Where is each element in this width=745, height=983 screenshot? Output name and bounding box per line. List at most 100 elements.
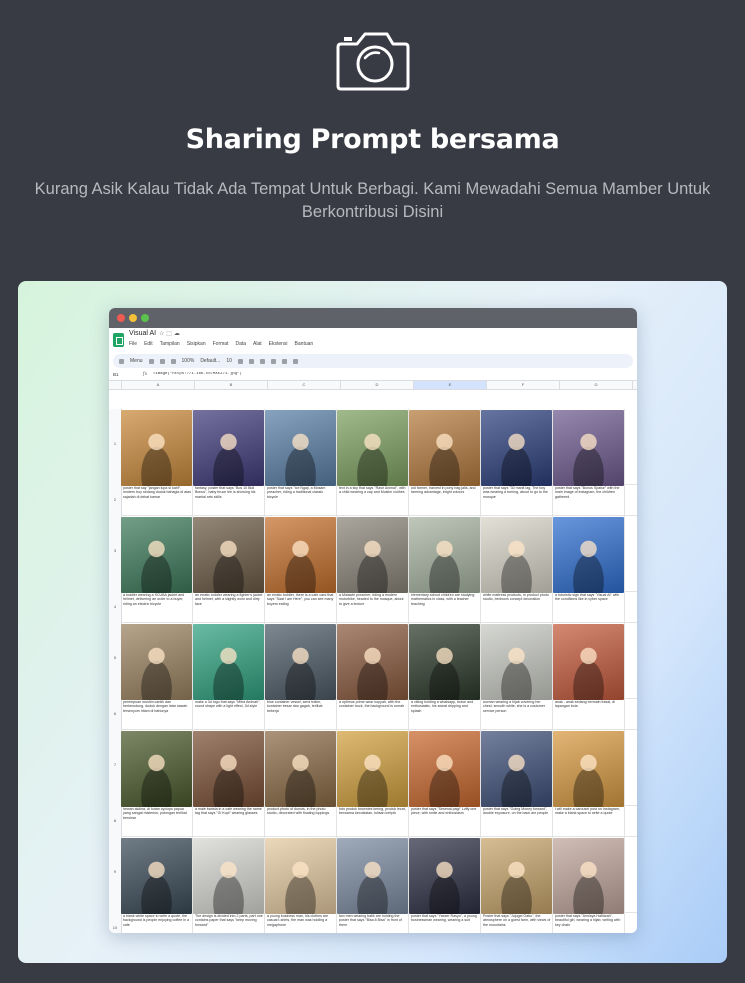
- gallery-image[interactable]: [553, 731, 624, 807]
- gallery-image[interactable]: [193, 838, 264, 914]
- fill-color-icon[interactable]: [270, 358, 276, 364]
- column-header[interactable]: A: [122, 381, 195, 389]
- undo-icon[interactable]: [148, 358, 154, 364]
- gallery-image[interactable]: [409, 838, 480, 914]
- row-header[interactable]: 4: [109, 604, 121, 609]
- formula-bar: B1 ƒx =image("https://i.ibb.co/MXEZ/1.jp…: [109, 368, 637, 381]
- gallery-image[interactable]: [193, 517, 264, 593]
- cell-reference[interactable]: B1: [109, 372, 143, 377]
- menu-item[interactable]: Format: [213, 341, 229, 347]
- menu-search[interactable]: Menu: [130, 358, 143, 364]
- print-icon[interactable]: [170, 358, 176, 364]
- gallery-image[interactable]: [193, 731, 264, 807]
- menu-item[interactable]: Sisipkan: [187, 341, 206, 347]
- prompt-caption: poster that says "Sesenal pagi" Luffy on…: [411, 807, 477, 816]
- gallery-image[interactable]: [265, 410, 336, 486]
- gallery-image[interactable]: [337, 410, 408, 486]
- prompt-caption: poster that says "Bonus Spaise" with the…: [555, 486, 620, 499]
- grid-column-line: [624, 409, 625, 933]
- formula-input[interactable]: =image("https://i.ibb.co/MXEZ/1.jpg"): [153, 372, 242, 376]
- prompt-caption: a viking holding a whatsapp, brave and e…: [411, 700, 474, 713]
- bold-icon[interactable]: [237, 358, 243, 364]
- menu-item[interactable]: Tampilan: [160, 341, 180, 347]
- italic-icon[interactable]: [248, 358, 254, 364]
- row-header[interactable]: 1: [109, 441, 121, 446]
- column-header[interactable]: F: [487, 381, 560, 389]
- gallery-image[interactable]: [265, 517, 336, 593]
- gallery-image[interactable]: [121, 624, 192, 700]
- menu-item[interactable]: Bantuan: [295, 341, 314, 347]
- prompt-caption: an erratic toddler, there is a cafe card…: [267, 593, 334, 606]
- row-header[interactable]: 10: [109, 925, 121, 930]
- gallery-image[interactable]: [265, 731, 336, 807]
- column-header[interactable]: C: [268, 381, 341, 389]
- column-headers: A B C D E F G: [109, 381, 637, 390]
- star-icon[interactable]: ☆ ⬚ ☁: [159, 330, 180, 337]
- row-header[interactable]: 3: [109, 548, 121, 553]
- prompt-caption: white mattress products, in product phot…: [483, 593, 549, 602]
- maximize-window-button[interactable]: [141, 314, 149, 322]
- gallery-image[interactable]: [481, 410, 552, 486]
- row-header[interactable]: 6: [109, 711, 121, 716]
- borders-icon[interactable]: [281, 358, 287, 364]
- prompt-caption: product photo of donuts, in the photo st…: [267, 807, 330, 816]
- gallery-image[interactable]: [481, 838, 552, 914]
- column-header[interactable]: E: [414, 381, 487, 389]
- menu-item[interactable]: Alat: [253, 341, 262, 347]
- close-window-button[interactable]: [117, 314, 125, 322]
- gallery-image[interactable]: [553, 517, 624, 593]
- camera-icon: [336, 32, 410, 91]
- gallery-image[interactable]: [409, 624, 480, 700]
- fx-icon: ƒx: [143, 371, 148, 377]
- gallery-image[interactable]: [121, 517, 192, 593]
- menu-item[interactable]: Data: [235, 341, 246, 347]
- align-icon[interactable]: [292, 358, 298, 364]
- menu-item[interactable]: File: [129, 341, 137, 347]
- gallery-image[interactable]: [121, 731, 192, 807]
- menu-item[interactable]: Edit: [144, 341, 153, 347]
- row-header[interactable]: 9: [109, 869, 121, 874]
- gallery-image[interactable]: [337, 517, 408, 593]
- window-titlebar: [109, 308, 637, 328]
- document-title[interactable]: Visual AI: [129, 330, 156, 337]
- gallery-image[interactable]: [553, 410, 624, 486]
- gallery-image[interactable]: [481, 624, 552, 700]
- redo-icon[interactable]: [159, 358, 165, 364]
- select-all-corner[interactable]: [109, 381, 122, 389]
- column-header[interactable]: G: [560, 381, 633, 389]
- prompt-caption: foto produk brownies kering, produk leza…: [339, 807, 406, 816]
- font-size-field[interactable]: 10: [226, 358, 232, 364]
- minimize-window-button[interactable]: [129, 314, 137, 322]
- row-header[interactable]: 7: [109, 762, 121, 767]
- search-icon[interactable]: [119, 358, 124, 364]
- gallery-image[interactable]: [337, 838, 408, 914]
- row-header[interactable]: 8: [109, 818, 121, 823]
- gallery-image[interactable]: [265, 624, 336, 700]
- row-header[interactable]: 2: [109, 497, 121, 502]
- column-header[interactable]: B: [195, 381, 268, 389]
- menu-item[interactable]: Ekstensi: [269, 341, 288, 347]
- text-color-icon[interactable]: [259, 358, 265, 364]
- gallery-image[interactable]: [337, 731, 408, 807]
- gallery-image[interactable]: [265, 838, 336, 914]
- prompt-caption: two men wearing batik are holding the po…: [339, 914, 402, 927]
- gallery-image[interactable]: [481, 517, 552, 593]
- image-grid: 1 2 poster that say "jangan lupa si kahf",…: [109, 409, 637, 933]
- zoom-select[interactable]: 100%: [182, 358, 195, 364]
- gallery-image[interactable]: [409, 731, 480, 807]
- gallery-image[interactable]: [193, 410, 264, 486]
- prompt-caption: make a 3d logo that says "Mitra Aminah",…: [195, 700, 261, 709]
- row-header[interactable]: 5: [109, 655, 121, 660]
- gallery-image[interactable]: [121, 410, 192, 486]
- prompt-caption: a Malawin preacher, riding a modern moto…: [339, 593, 404, 606]
- font-select[interactable]: Default...: [200, 358, 220, 364]
- gallery-image[interactable]: [193, 624, 264, 700]
- gallery-image[interactable]: [409, 517, 480, 593]
- gallery-image[interactable]: [121, 838, 192, 914]
- column-header[interactable]: D: [341, 381, 414, 389]
- gallery-image[interactable]: [481, 731, 552, 807]
- gallery-image[interactable]: [553, 624, 624, 700]
- gallery-image[interactable]: [337, 624, 408, 700]
- gallery-image[interactable]: [409, 410, 480, 486]
- gallery-image[interactable]: [553, 838, 624, 914]
